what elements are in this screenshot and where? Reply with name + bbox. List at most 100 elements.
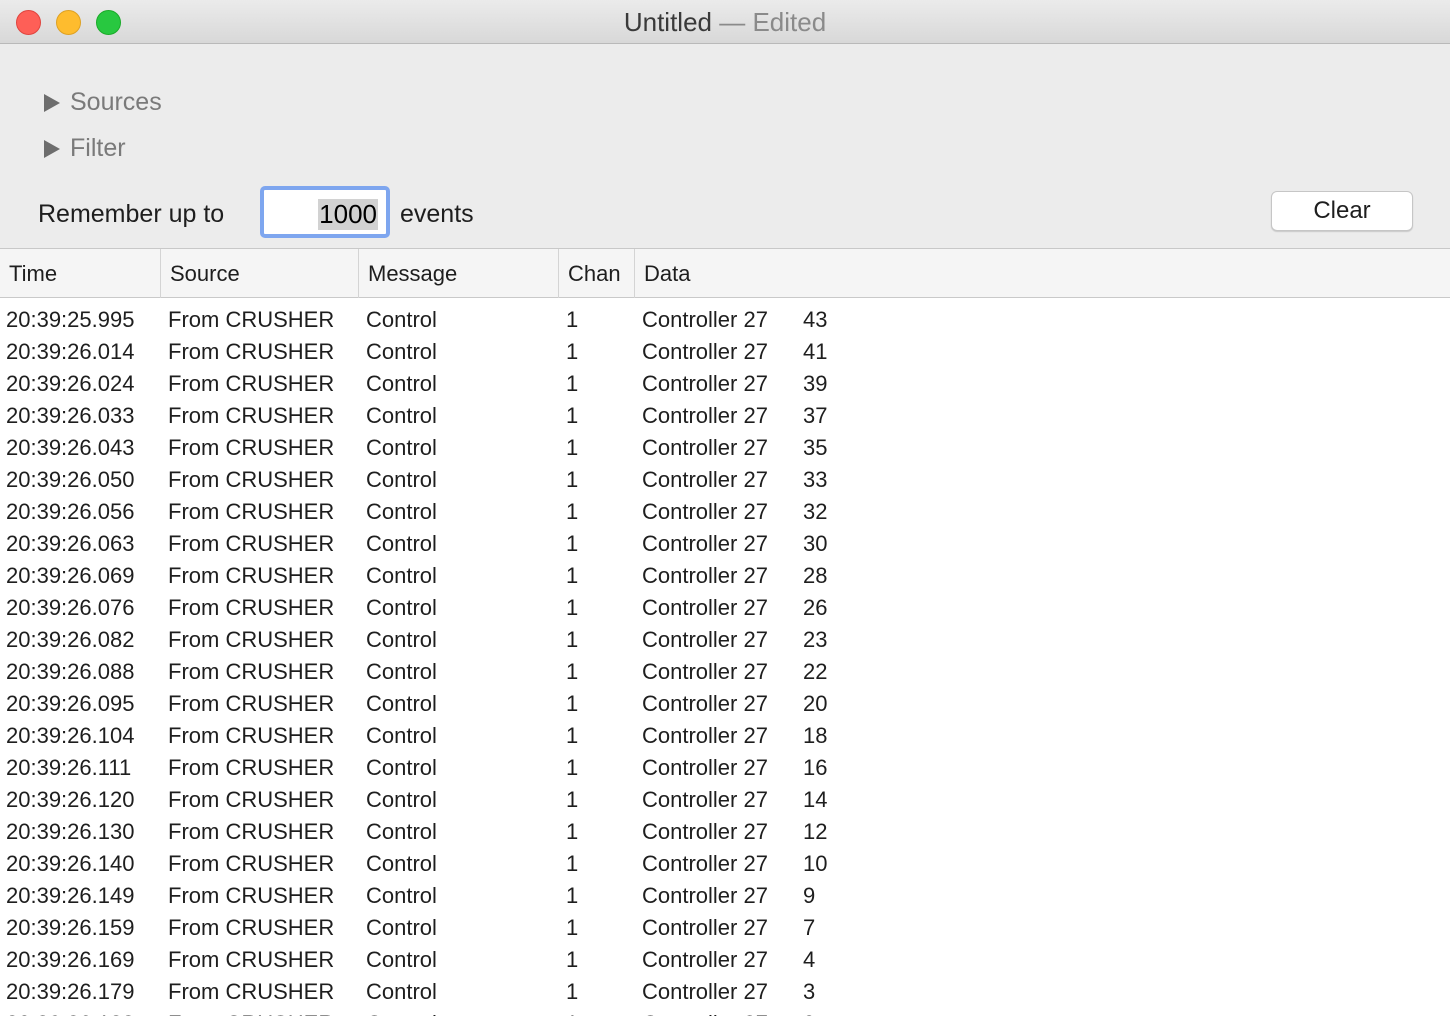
- column-header-message[interactable]: Message: [359, 249, 559, 298]
- cell-source: From CRUSHER: [168, 499, 335, 524]
- cell-time: 20:39:26.056: [6, 499, 135, 524]
- table-row[interactable]: 20:39:26.120 From CRUSHER Control 1 Controll…: [0, 784, 1450, 816]
- sources-label: Sources: [70, 88, 162, 116]
- cell-chan: 1: [566, 595, 579, 620]
- table-row[interactable]: 20:39:26.033 From CRUSHER Control 1 Controll…: [0, 400, 1450, 432]
- cell-time: 20:39:26.082: [6, 627, 135, 652]
- cell-source: From CRUSHER: [168, 819, 335, 844]
- cell-source: From CRUSHER: [168, 595, 335, 620]
- cell-time: 20:39:25.995: [6, 307, 135, 332]
- cell-source: From CRUSHER: [168, 787, 335, 812]
- column-header-time[interactable]: Time: [0, 249, 161, 298]
- cell-chan: 1: [566, 979, 579, 1004]
- table-row[interactable]: 20:39:26.149 From CRUSHER Control 1 Controll…: [0, 880, 1450, 912]
- disclosure-triangle-icon: [44, 93, 60, 112]
- cell-message: Control: [366, 979, 437, 1004]
- table-row[interactable]: 20:39:26.088 From CRUSHER Control 1 Controll…: [0, 656, 1450, 688]
- table-row[interactable]: 20:39:26.169 From CRUSHER Control 1 Controll…: [0, 944, 1450, 976]
- cell-chan: 1: [566, 691, 579, 716]
- clear-button[interactable]: Clear: [1271, 191, 1413, 231]
- cell-data: Controller 27: [642, 371, 768, 396]
- cell-message: Control: [366, 691, 437, 716]
- event-table[interactable]: Time Source Message Chan Data 20:39:25.9…: [0, 248, 1450, 1016]
- cell-data: Controller 27: [642, 851, 768, 876]
- table-row[interactable]: 20:39:26.140 From CRUSHER Control 1 Controll…: [0, 848, 1450, 880]
- cell-value: 0: [803, 1008, 863, 1016]
- cell-data: Controller 27: [642, 499, 768, 524]
- cell-message: Control: [366, 499, 437, 524]
- cell-time: 20:39:26.043: [6, 435, 135, 460]
- cell-chan: 1: [566, 755, 579, 780]
- cell-value: 3: [803, 979, 816, 1004]
- cell-source: From CRUSHER: [168, 947, 335, 972]
- table-row[interactable]: 20:39:26.056 From CRUSHER Control 1 Controll…: [0, 496, 1450, 528]
- cell-message: Control: [366, 723, 437, 748]
- cell-time: 20:39:26.179: [6, 979, 135, 1004]
- filter-disclosure[interactable]: Filter: [44, 134, 126, 163]
- cell-value: 35: [803, 435, 828, 460]
- title-bar[interactable]: Untitled — Edited: [0, 0, 1450, 44]
- cell-message: Control: [359, 1008, 559, 1016]
- cell-time: 20:39:26.130: [6, 819, 135, 844]
- table-row[interactable]: 20:39:26.179 From CRUSHER Control 1 Controll…: [0, 976, 1450, 1008]
- column-header-source[interactable]: Source: [161, 249, 359, 298]
- cell-chan: 1: [566, 659, 579, 684]
- table-row[interactable]: 20:39:26.076 From CRUSHER Control 1 Controll…: [0, 592, 1450, 624]
- cell-data: Controller 27: [642, 755, 768, 780]
- cell-time: 20:39:26.104: [6, 723, 135, 748]
- cell-source: From CRUSHER: [168, 627, 335, 652]
- cell-time: 20:39:26.024: [6, 371, 135, 396]
- cell-time: 20:39:26.014: [6, 339, 135, 364]
- cell-source: From CRUSHER: [168, 403, 335, 428]
- table-row[interactable]: 20:39:26.159 From CRUSHER Control 1 Controll…: [0, 912, 1450, 944]
- cell-source: From CRUSHER: [168, 339, 335, 364]
- cell-value: 10: [803, 851, 828, 876]
- cell-chan: 1: [559, 1008, 635, 1016]
- sources-disclosure[interactable]: Sources: [44, 88, 162, 117]
- table-row[interactable]: 20:39:26.043 From CRUSHER Control 1 Controll…: [0, 432, 1450, 464]
- cell-data: Controller 27: [642, 595, 768, 620]
- cell-value: 26: [803, 595, 828, 620]
- cell-source: From CRUSHER: [168, 691, 335, 716]
- table-row[interactable]: 20:39:26.024 From CRUSHER Control 1 Controll…: [0, 368, 1450, 400]
- disclosure-triangle-icon: [44, 139, 60, 158]
- cell-time: 20:39:26.140: [6, 851, 135, 876]
- table-row[interactable]: 20:39:26.104 From CRUSHER Control 1 Controll…: [0, 720, 1450, 752]
- cell-message: Control: [366, 627, 437, 652]
- cell-source: From CRUSHER: [168, 883, 335, 908]
- cell-message: Control: [366, 755, 437, 780]
- cell-message: Control: [366, 915, 437, 940]
- edited-status: Edited: [752, 7, 827, 37]
- table-row[interactable]: 20:39:26.188From CRUSHERControl1Controll…: [0, 1008, 1450, 1016]
- cell-message: Control: [366, 435, 437, 460]
- cell-message: Control: [366, 595, 437, 620]
- cell-chan: 1: [566, 467, 579, 492]
- cell-source: From CRUSHER: [168, 755, 335, 780]
- table-row[interactable]: 20:39:26.069 From CRUSHER Control 1 Controll…: [0, 560, 1450, 592]
- cell-time: 20:39:26.169: [6, 947, 135, 972]
- cell-message: Control: [366, 563, 437, 588]
- cell-message: Control: [366, 851, 437, 876]
- column-header-data[interactable]: Data: [635, 249, 1450, 298]
- column-header-chan[interactable]: Chan: [559, 249, 635, 298]
- table-row[interactable]: 20:39:26.050 From CRUSHER Control 1 Controll…: [0, 464, 1450, 496]
- cell-value: 41: [803, 339, 828, 364]
- table-row[interactable]: 20:39:26.130 From CRUSHER Control 1 Controll…: [0, 816, 1450, 848]
- cell-chan: 1: [566, 819, 579, 844]
- table-row[interactable]: 20:39:26.111 From CRUSHER Control 1 Controll…: [0, 752, 1450, 784]
- table-row[interactable]: 20:39:26.014 From CRUSHER Control 1 Controll…: [0, 336, 1450, 368]
- cell-chan: 1: [566, 339, 579, 364]
- event-count-input[interactable]: 1000: [260, 186, 390, 238]
- cell-value: 9: [803, 883, 816, 908]
- cell-chan: 1: [566, 531, 579, 556]
- document-name: Untitled: [623, 7, 712, 37]
- table-row[interactable]: 20:39:25.995 From CRUSHER Control 1 Controll…: [0, 304, 1450, 336]
- cell-data: Controller 27: [642, 467, 768, 492]
- cell-chan: 1: [566, 947, 579, 972]
- cell-time: 20:39:26.069: [6, 563, 135, 588]
- table-row[interactable]: 20:39:26.095 From CRUSHER Control 1 Controll…: [0, 688, 1450, 720]
- table-row[interactable]: 20:39:26.082 From CRUSHER Control 1 Controll…: [0, 624, 1450, 656]
- table-body: 20:39:25.995 From CRUSHER Control 1 Controll…: [0, 298, 1450, 1016]
- table-row[interactable]: 20:39:26.063 From CRUSHER Control 1 Controll…: [0, 528, 1450, 560]
- cell-value: 12: [803, 819, 828, 844]
